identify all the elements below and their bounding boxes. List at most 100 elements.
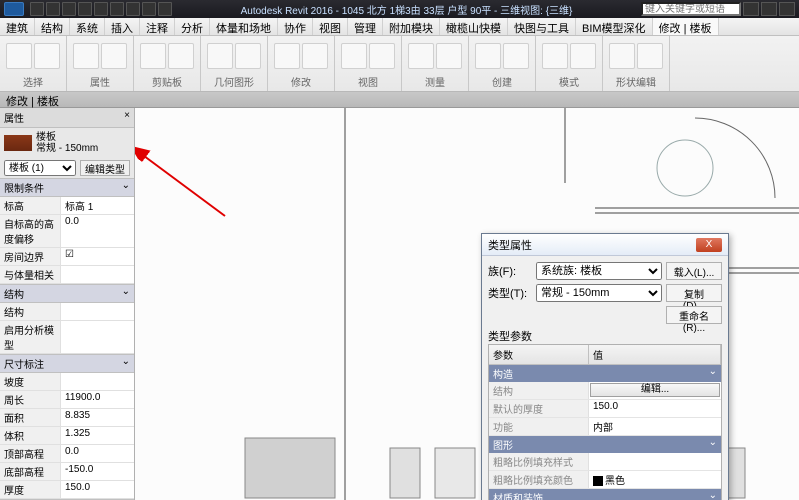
close-icon[interactable]: X: [696, 238, 722, 252]
prop-value[interactable]: 0.0: [60, 215, 134, 247]
param-value[interactable]: [589, 453, 721, 470]
property-group[interactable]: 尺寸标注⌄: [0, 354, 134, 373]
prop-value[interactable]: [60, 303, 134, 320]
prop-value[interactable]: 8.835: [60, 409, 134, 426]
property-row[interactable]: 结构: [0, 303, 134, 321]
property-row[interactable]: 标高标高 1: [0, 197, 134, 215]
tool-icon[interactable]: [207, 43, 233, 69]
property-row[interactable]: 坡度: [0, 373, 134, 391]
ribbon-tab[interactable]: 橄榄山快模: [440, 18, 508, 35]
prop-value[interactable]: 150.0: [60, 481, 134, 498]
edit-type-button[interactable]: 编辑类型: [80, 160, 130, 176]
ribbon-tab[interactable]: 结构: [35, 18, 70, 35]
load-button[interactable]: 载入(L)...: [666, 262, 722, 280]
prop-value[interactable]: [60, 266, 134, 283]
tool-icon[interactable]: [436, 43, 462, 69]
instance-filter-select[interactable]: 楼板 (1): [4, 160, 76, 176]
tool-icon[interactable]: [101, 43, 127, 69]
ribbon-tab[interactable]: 插入: [105, 18, 140, 35]
property-row[interactable]: 房间边界☑: [0, 248, 134, 266]
tool-icon[interactable]: [570, 43, 596, 69]
dialog-titlebar[interactable]: 类型属性 X: [482, 234, 728, 256]
property-row[interactable]: 周长11900.0: [0, 391, 134, 409]
property-row[interactable]: 启用分析模型: [0, 321, 134, 354]
qat-btn[interactable]: [46, 2, 60, 16]
prop-value[interactable]: [60, 373, 134, 390]
family-select[interactable]: 系统族: 楼板: [536, 262, 662, 280]
tool-icon[interactable]: [140, 43, 166, 69]
tool-icon[interactable]: [475, 43, 501, 69]
tool-icon[interactable]: [637, 43, 663, 69]
tool-icon[interactable]: [6, 43, 32, 69]
ribbon-tab[interactable]: 系统: [70, 18, 105, 35]
qat-btn[interactable]: [78, 2, 92, 16]
property-row[interactable]: 面积8.835: [0, 409, 134, 427]
property-group[interactable]: 限制条件⌄: [0, 178, 134, 197]
param-value[interactable]: 内部: [589, 418, 721, 435]
quick-access-toolbar: [30, 2, 172, 16]
tool-icon[interactable]: [235, 43, 261, 69]
duplicate-button[interactable]: 复制(D)...: [666, 284, 722, 302]
ribbon-tab[interactable]: 修改 | 楼板: [653, 18, 719, 35]
tool-icon[interactable]: [542, 43, 568, 69]
ribbon-tab[interactable]: 管理: [348, 18, 383, 35]
qat-btn[interactable]: [158, 2, 172, 16]
prop-value[interactable]: 11900.0: [60, 391, 134, 408]
qat-btn[interactable]: [30, 2, 44, 16]
qat-btn[interactable]: [110, 2, 124, 16]
property-row[interactable]: 底部高程-150.0: [0, 463, 134, 481]
ribbon-tab[interactable]: 协作: [278, 18, 313, 35]
ribbon-tab[interactable]: 视图: [313, 18, 348, 35]
property-group[interactable]: 结构⌄: [0, 284, 134, 303]
prop-value[interactable]: ☑: [60, 248, 134, 265]
app-icon[interactable]: [4, 2, 24, 16]
property-row[interactable]: 厚度150.0: [0, 481, 134, 499]
type-selector[interactable]: 楼板 常规 - 150mm: [0, 128, 134, 158]
prop-value[interactable]: 标高 1: [60, 197, 134, 214]
rename-button[interactable]: 重命名(R)...: [666, 306, 722, 324]
ribbon-tab[interactable]: 建筑: [0, 18, 35, 35]
minimize-icon[interactable]: [743, 2, 759, 16]
prop-value[interactable]: 1.325: [60, 427, 134, 444]
search-input[interactable]: [641, 2, 741, 16]
param-value[interactable]: 黑色: [589, 471, 721, 488]
property-row[interactable]: 体积1.325: [0, 427, 134, 445]
param-group[interactable]: 图形⌄: [489, 436, 721, 453]
tool-icon[interactable]: [503, 43, 529, 69]
param-value[interactable]: 150.0: [589, 400, 721, 417]
property-row[interactable]: 与体量相关: [0, 266, 134, 284]
drawing-canvas[interactable]: 类型属性 X 族(F): 系统族: 楼板 载入(L)... 类型(T): 常规 …: [135, 108, 799, 500]
qat-btn[interactable]: [142, 2, 156, 16]
type-preview-icon: [4, 135, 32, 151]
tool-icon[interactable]: [408, 43, 434, 69]
type-select[interactable]: 常规 - 150mm: [536, 284, 662, 302]
close-icon[interactable]: [779, 2, 795, 16]
close-icon[interactable]: ×: [124, 110, 130, 125]
tool-icon[interactable]: [609, 43, 635, 69]
prop-value[interactable]: [60, 321, 134, 353]
tool-icon[interactable]: [73, 43, 99, 69]
ribbon-tab[interactable]: 附加模块: [383, 18, 440, 35]
tool-icon[interactable]: [274, 43, 300, 69]
prop-value[interactable]: -150.0: [60, 463, 134, 480]
tool-icon[interactable]: [34, 43, 60, 69]
qat-btn[interactable]: [94, 2, 108, 16]
property-row[interactable]: 自标高的高度偏移0.0: [0, 215, 134, 248]
property-row[interactable]: 顶部高程0.0: [0, 445, 134, 463]
tool-icon[interactable]: [341, 43, 367, 69]
ribbon-tab[interactable]: 快图与工具: [508, 18, 576, 35]
ribbon-tab[interactable]: 分析: [175, 18, 210, 35]
prop-value[interactable]: 0.0: [60, 445, 134, 462]
qat-btn[interactable]: [126, 2, 140, 16]
maximize-icon[interactable]: [761, 2, 777, 16]
tool-icon[interactable]: [168, 43, 194, 69]
ribbon-tab[interactable]: 体量和场地: [210, 18, 278, 35]
param-group[interactable]: 材质和装饰⌄: [489, 489, 721, 500]
tool-icon[interactable]: [302, 43, 328, 69]
tool-icon[interactable]: [369, 43, 395, 69]
edit-structure-button[interactable]: 编辑...: [590, 383, 720, 397]
ribbon-tab[interactable]: BIM模型深化: [576, 18, 653, 35]
ribbon-tab[interactable]: 注释: [140, 18, 175, 35]
qat-btn[interactable]: [62, 2, 76, 16]
param-group[interactable]: 构造⌄: [489, 365, 721, 382]
